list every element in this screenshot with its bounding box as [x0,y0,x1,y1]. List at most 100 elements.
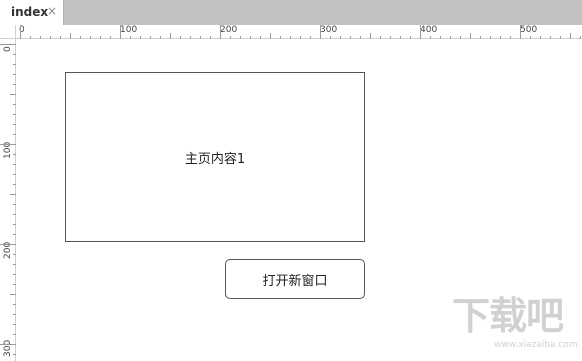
ruler-label-h: 200 [220,25,238,35]
ruler-tick [510,36,511,39]
ruler-tick [350,36,351,39]
close-icon[interactable]: × [47,4,57,18]
ruler-tick [13,234,16,235]
horizontal-ruler: 0 100 200 300 400 500 [0,25,582,39]
ruler-tick [13,164,16,165]
ruler-tick [0,44,16,45]
ruler-tick [13,224,16,225]
ruler-tick [13,254,16,255]
ruler-tick [140,36,141,39]
ruler-tick [10,194,16,195]
watermark-text: 下载吧 [452,294,564,338]
ruler-tick [260,36,261,39]
ruler-tick [13,84,16,85]
ruler-tick [40,36,41,39]
ruler-tick [370,33,371,39]
ruler-tick [0,344,16,345]
ruler-tick [13,104,16,105]
ruler-tick [180,36,181,39]
ruler-tick [530,36,531,39]
watermark: 下载吧 www.xiazaiba.com [452,292,578,356]
ruler-label-h: 400 [420,25,438,35]
ruler-tick [13,304,16,305]
ruler-tick [13,124,16,125]
ruler-tick [270,33,271,39]
ruler-tick [60,36,61,39]
ruler-tick [360,36,361,39]
ruler-tick [100,36,101,39]
ruler-tick [450,36,451,39]
ruler-label-v: 0 [3,46,13,52]
ruler-tick [13,284,16,285]
ruler-tick [500,36,501,39]
ruler-tick [13,274,16,275]
ruler-tick [13,114,16,115]
ruler-tick [400,36,401,39]
ruler-tick [320,25,321,39]
ruler-tick [520,25,521,39]
ruler-tick [560,36,561,39]
ruler-tick [13,334,16,335]
ruler-tick [10,94,16,95]
tab-label: index [11,5,49,19]
tab-index[interactable]: index × [0,0,64,25]
ruler-tick [13,74,16,75]
open-new-window-button[interactable]: 打开新窗口 [225,259,365,299]
ruler-tick [150,36,151,39]
ruler-tick [130,36,131,39]
ruler-tick [330,36,331,39]
ruler-tick [10,294,16,295]
ruler-tick [290,36,291,39]
ruler-tick [13,204,16,205]
ruler-tick [13,324,16,325]
ruler-tick [110,36,111,39]
ruler-tick [200,36,201,39]
ruler-tick [13,184,16,185]
ruler-tick [30,36,31,39]
ruler-tick [13,264,16,265]
ruler-tick [300,36,301,39]
ruler-tick [540,36,541,39]
ruler-tick [80,36,81,39]
ruler-tick [390,36,391,39]
ruler-tick [210,36,211,39]
ruler-label-v: 300 [3,339,13,357]
main-content-box[interactable]: 主页内容1 [65,72,365,242]
ruler-tick [120,25,121,39]
ruler-tick [70,33,71,39]
ruler-tick [460,36,461,39]
ruler-tick [13,64,16,65]
ruler-tick [0,244,16,245]
ruler-tick [160,36,161,39]
ruler-tick [340,36,341,39]
tab-bar: index × [0,0,582,25]
ruler-tick [13,154,16,155]
ruler-label-h: 300 [320,25,338,35]
ruler-tick [50,36,51,39]
ruler-tick [20,25,21,39]
ruler-tick [240,36,241,39]
ruler-label-h: 100 [120,25,138,35]
ruler-tick [420,25,421,39]
ruler-tick [13,214,16,215]
ruler-tick [480,36,481,39]
ruler-tick [190,36,191,39]
watermark-url: www.xiazaiba.com [494,340,578,350]
ruler-tick [280,36,281,39]
ruler-tick [0,144,16,145]
ruler-tick [13,314,16,315]
vertical-ruler: 0 100 200 300 [0,39,16,361]
ruler-tick [13,54,16,55]
ruler-tick [410,36,411,39]
ruler-label-h: 500 [520,25,538,35]
ruler-tick [90,36,91,39]
ruler-tick [310,36,311,39]
open-new-window-label: 打开新窗口 [262,273,328,289]
ruler-tick [13,134,16,135]
ruler-tick [230,36,231,39]
ruler-corner [0,25,16,39]
ruler-tick [430,36,431,39]
ruler-tick [580,36,581,39]
ruler-tick [13,174,16,175]
ruler-tick [490,36,491,39]
